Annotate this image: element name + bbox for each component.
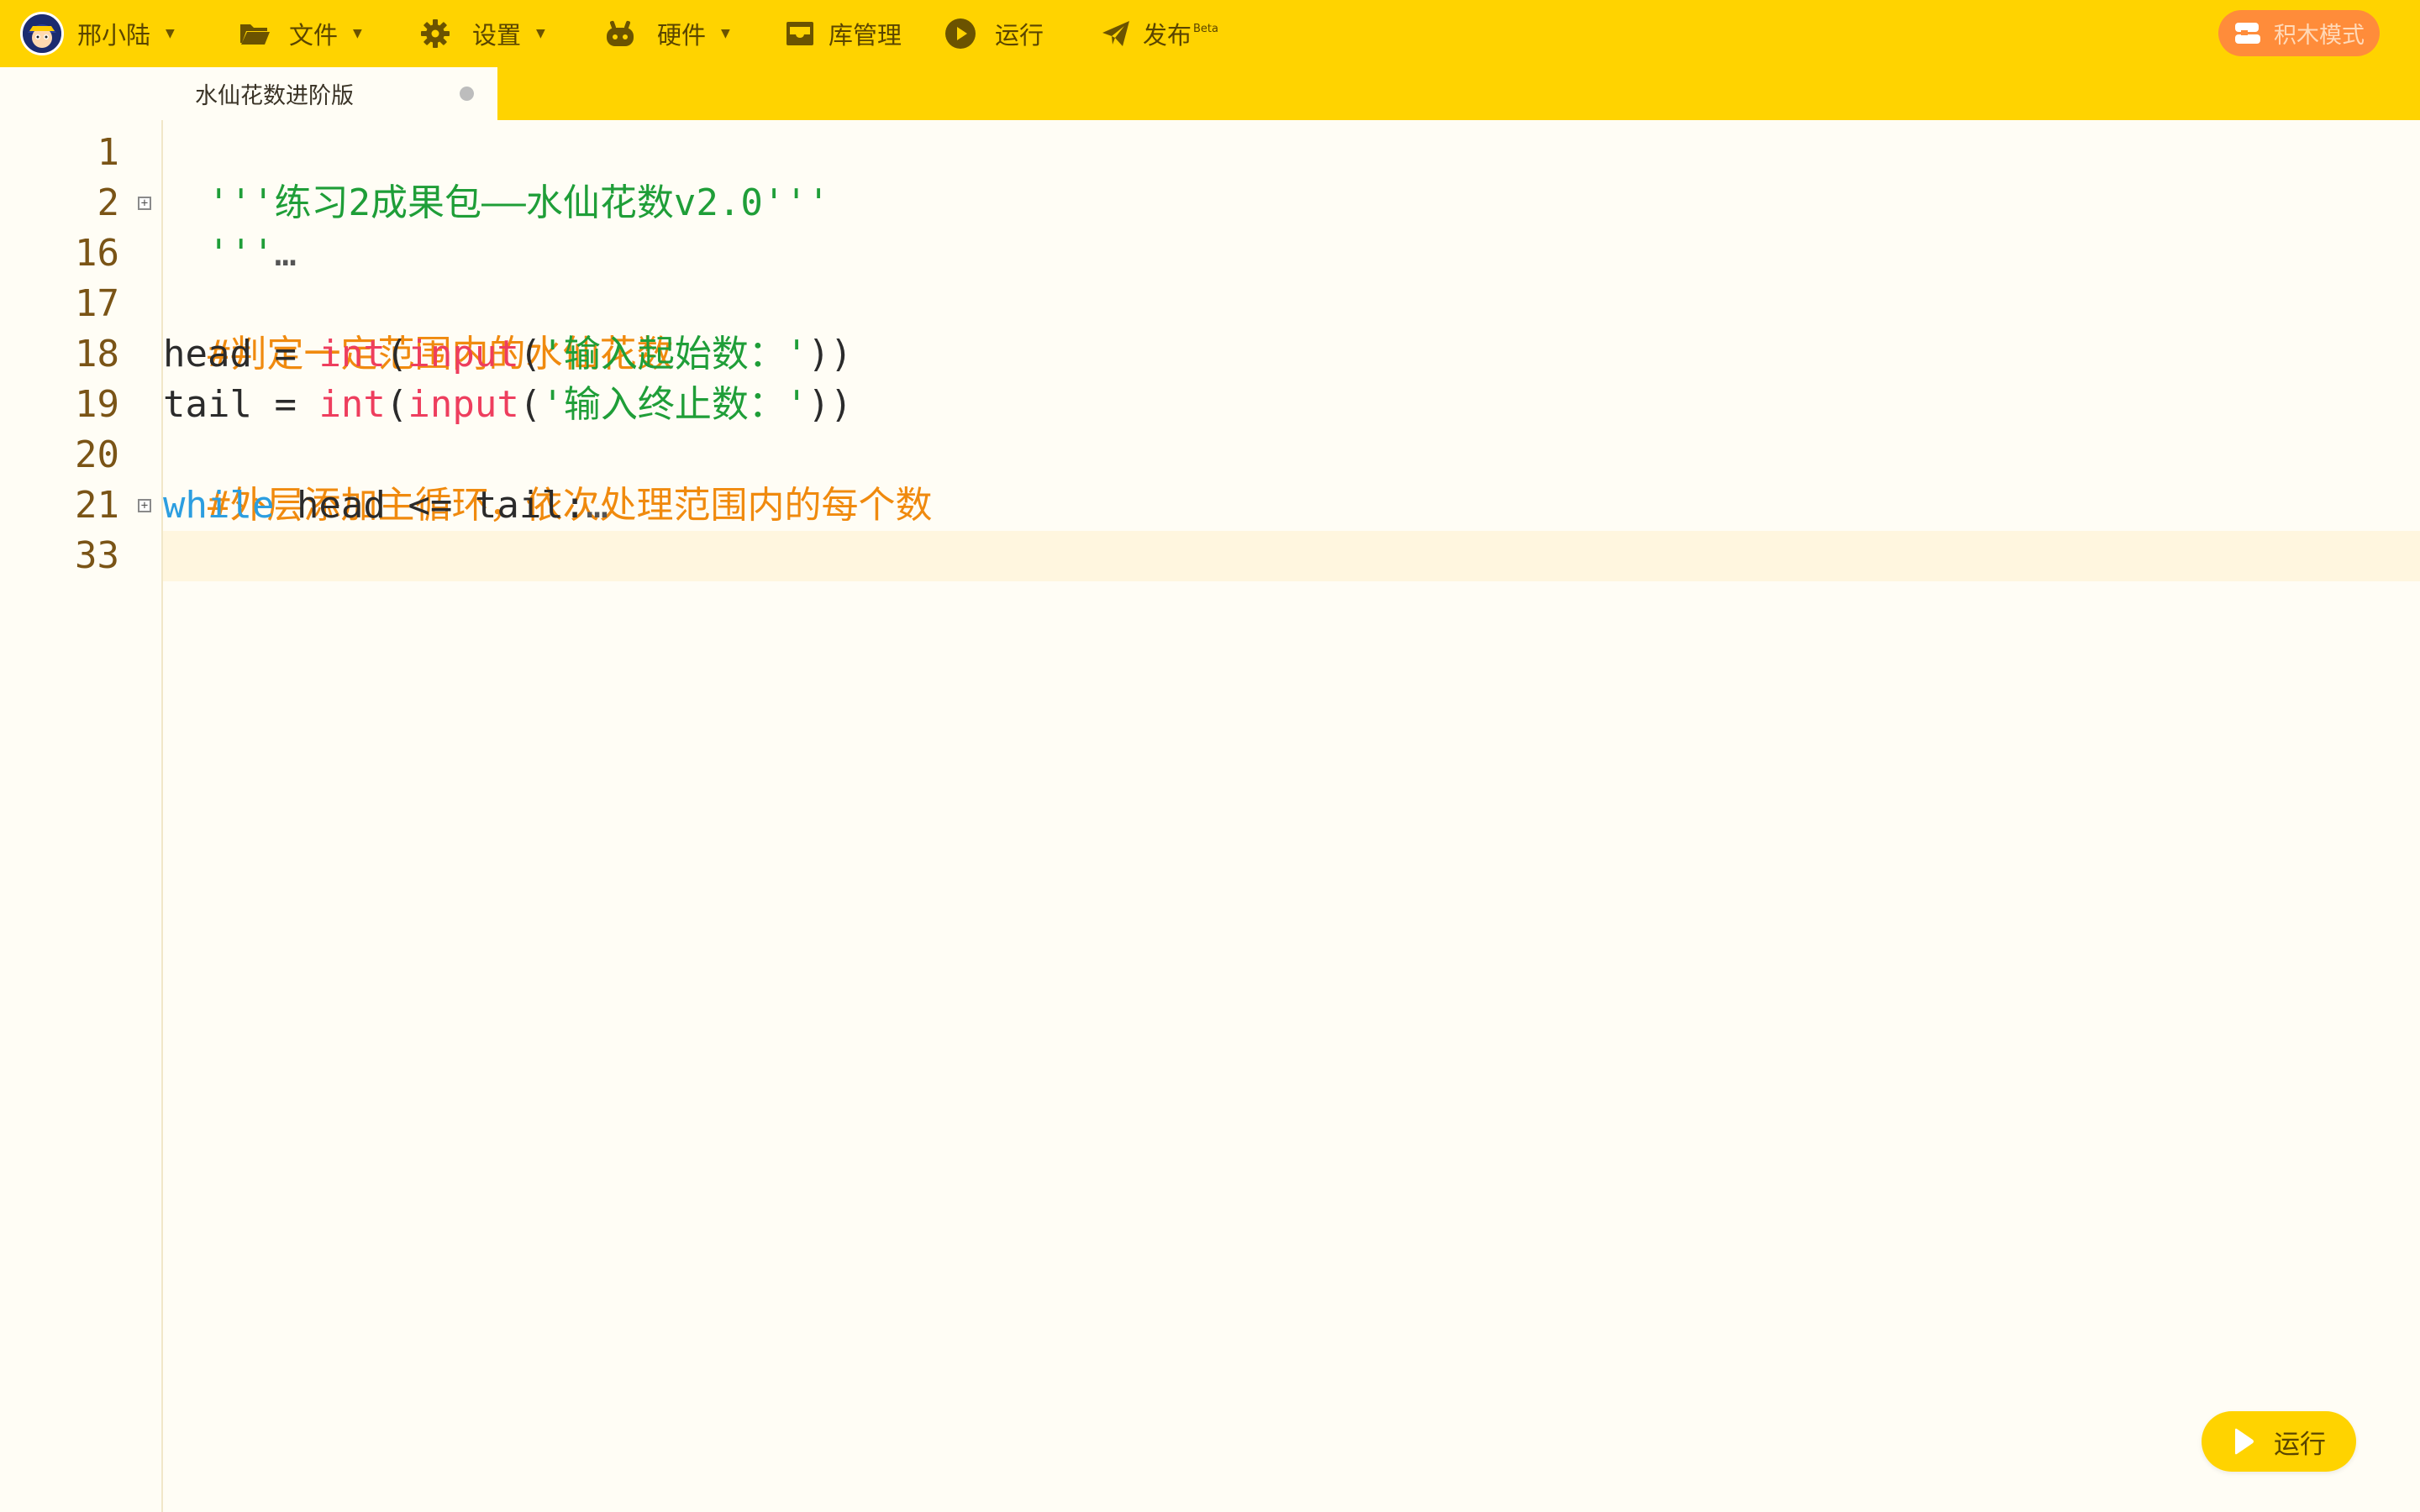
fold-expand-icon[interactable]: + — [138, 499, 151, 512]
play-circle-icon — [944, 18, 976, 50]
builtin-input: input — [408, 383, 519, 426]
builtin-input: input — [408, 333, 519, 375]
paren: ( — [518, 383, 542, 426]
publish-button[interactable]: 发布 Beta — [1101, 0, 1218, 67]
keyword-while: while — [163, 484, 275, 527]
library-manager-label: 库管理 — [829, 21, 902, 50]
settings-menu-label: 设置 — [472, 21, 522, 50]
line-number: 21 — [75, 484, 119, 527]
line-number: 1 — [97, 131, 120, 174]
file-menu[interactable]: 文件 ▼ — [239, 0, 362, 67]
chevron-down-icon: ▼ — [721, 27, 730, 40]
blocks-mode-label: 积木模式 — [2274, 23, 2365, 49]
code-text: tail = — [163, 383, 319, 426]
builtin-int: int — [318, 333, 386, 375]
active-line-highlight — [163, 531, 2420, 581]
library-manager-button[interactable]: 库管理 — [785, 0, 902, 67]
line-number: 20 — [75, 433, 119, 476]
folded-ellipsis[interactable]: … — [586, 484, 608, 527]
code-line-18[interactable]: head = int(input('输入起始数：')) — [163, 329, 852, 380]
paren: )) — [808, 333, 853, 375]
beta-badge: Beta — [1193, 22, 1218, 35]
settings-menu[interactable]: 设置 ▼ — [420, 0, 545, 67]
line-number: 16 — [75, 232, 119, 275]
run-menu-label: 运行 — [995, 21, 1044, 50]
publish-label: 发布 — [1143, 21, 1192, 50]
string-literal: '输入终止数：' — [541, 383, 808, 426]
paren: )) — [808, 383, 853, 426]
docstring-fold-start: ''' — [207, 232, 275, 275]
string-literal: '输入起始数：' — [541, 333, 808, 375]
code-line-17[interactable]: #判定一定范围内的水仙花数 — [163, 279, 674, 375]
gear-icon — [420, 18, 450, 49]
user-menu[interactable]: 邢小陆 ▼ — [20, 0, 175, 67]
line-number: 17 — [75, 282, 119, 325]
paren: ( — [518, 333, 542, 375]
inbox-icon — [785, 20, 815, 47]
chevron-down-icon: ▼ — [353, 27, 362, 40]
run-button-label: 运行 — [2274, 1429, 2326, 1460]
blocks-icon — [2233, 21, 2262, 46]
blocks-mode-button[interactable]: 积木模式 — [2218, 10, 2380, 56]
chevron-down-icon: ▼ — [166, 27, 175, 40]
line-number: 2 — [97, 181, 120, 224]
chevron-down-icon: ▼ — [536, 27, 545, 40]
unsaved-dot-icon[interactable] — [460, 87, 474, 101]
robot-icon — [603, 19, 637, 48]
hardware-menu-label: 硬件 — [657, 21, 707, 50]
tab-strip-spacer — [0, 67, 163, 120]
code-line-20[interactable]: #外层添加主循环，依次处理范围内的每个数 — [163, 430, 933, 527]
code-line-19[interactable]: tail = int(input('输入终止数：')) — [163, 380, 852, 430]
run-menu-button[interactable]: 运行 — [944, 0, 1044, 67]
docstring: '''练习2成果包——水仙花数v2.0''' — [207, 181, 830, 224]
file-menu-label: 文件 — [289, 21, 339, 50]
line-number: 18 — [75, 333, 119, 375]
file-tab-content[interactable]: 水仙花数进阶版 — [163, 67, 474, 120]
play-icon — [2232, 1427, 2255, 1456]
user-name: 邢小陆 — [77, 21, 151, 50]
line-number: 19 — [75, 383, 119, 426]
code-line-2[interactable]: '''… — [163, 178, 297, 275]
paren: ( — [385, 383, 408, 426]
code-text: head = — [163, 333, 319, 375]
user-avatar — [20, 12, 64, 55]
file-tab-title: 水仙花数进阶版 — [195, 83, 354, 109]
folder-icon — [239, 21, 271, 46]
hardware-menu[interactable]: 硬件 ▼ — [603, 0, 730, 67]
builtin-int: int — [318, 383, 386, 426]
line-number: 33 — [75, 534, 119, 577]
paper-plane-icon — [1101, 19, 1131, 48]
code-line-21[interactable]: while head <= tail:… — [163, 480, 608, 531]
run-button[interactable]: 运行 — [2202, 1411, 2356, 1472]
folded-ellipsis[interactable]: … — [274, 232, 297, 275]
code-text: head <= tail: — [274, 484, 587, 527]
paren: ( — [385, 333, 408, 375]
code-line-1[interactable]: '''练习2成果包——水仙花数v2.0''' — [163, 128, 829, 224]
fold-expand-icon[interactable]: + — [138, 197, 151, 210]
